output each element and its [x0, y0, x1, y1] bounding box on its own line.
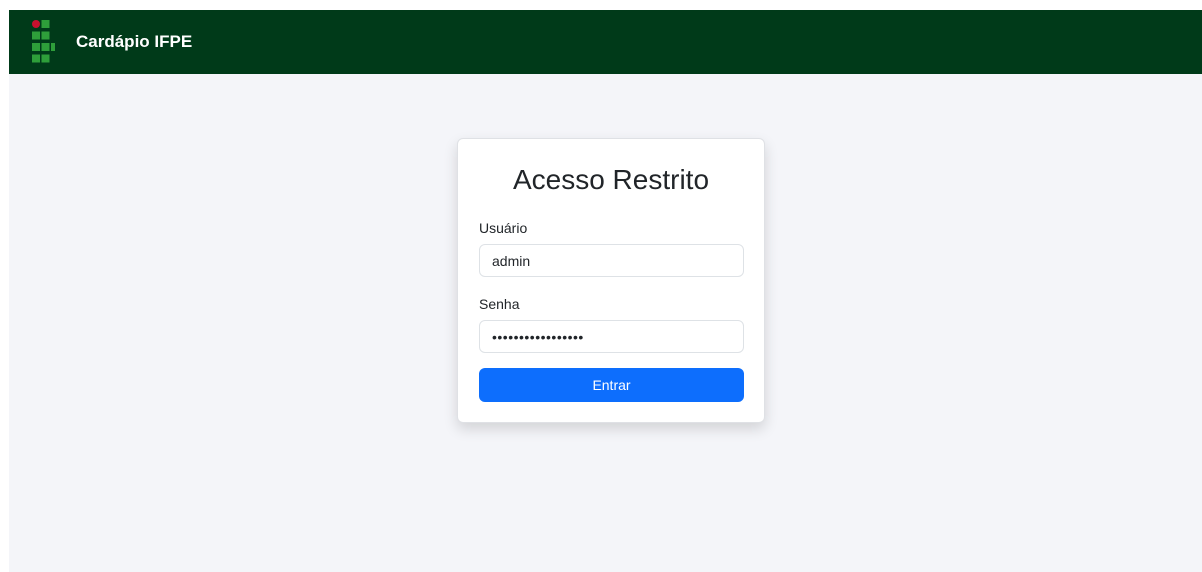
- username-label: Usuário: [479, 220, 528, 236]
- username-input[interactable]: [479, 244, 744, 277]
- navbar-brand[interactable]: Cardápio IFPE: [76, 31, 192, 53]
- page-frame: Cardápio IFPE Acesso Restrito Usuário Se…: [9, 10, 1202, 572]
- login-submit-button[interactable]: Entrar: [479, 368, 744, 402]
- password-input[interactable]: [479, 320, 744, 353]
- login-title: Acesso Restrito: [512, 164, 710, 195]
- navbar: Cardápio IFPE: [9, 10, 1202, 74]
- login-card: Acesso Restrito Usuário Senha Entrar: [457, 138, 765, 423]
- password-label: Senha: [479, 296, 520, 312]
- ifpe-logo-icon[interactable]: [32, 20, 55, 63]
